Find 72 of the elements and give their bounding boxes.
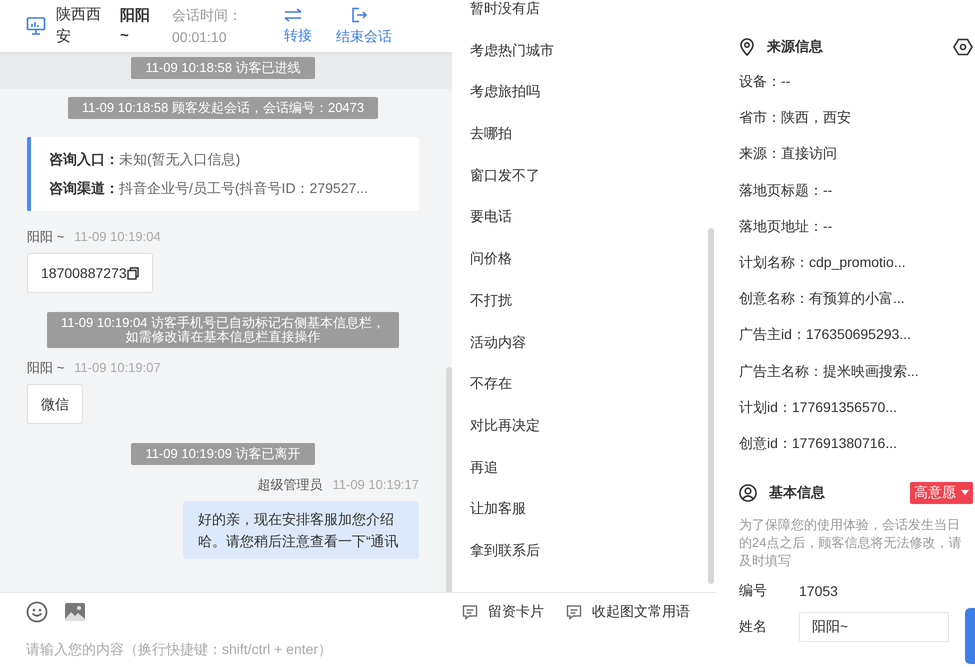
quick-reply-item[interactable]: 窗口发不了 [452,166,716,208]
scrollbar[interactable] [708,228,714,584]
channel-info-line: 咨询入口：未知(暂无入口信息) [49,150,242,169]
message-card-icon [566,604,582,620]
location-pin-icon [739,38,755,56]
info-field: 省市：陕西，西安 [739,108,975,126]
notice-line: 11-09 10:19:04 访客手机号已自动标记右侧基本信息栏， [60,316,386,330]
quick-reply-item[interactable]: 暂时没有店 [452,0,716,42]
hexagon-nut-icon [953,38,973,56]
quick-reply-item[interactable]: 问价格 [452,250,716,292]
quick-reply-item[interactable]: 让加客服 [452,500,716,542]
info-field: 广告主名称：提米映画搜索... [739,362,975,380]
field-label: 姓名 [739,618,768,636]
end-session-button[interactable]: 结束会话 [336,7,392,45]
transfer-button[interactable]: 转接 [284,8,312,44]
section-title: 基本信息 [769,484,825,502]
name-input[interactable]: 阳阳~ [799,612,949,642]
info-field: 广告主id：176350695293... [739,325,975,344]
info-field: 创意id：177691380716... [739,434,975,452]
field-value: 17053 [799,582,838,599]
info-field: 设备：-- [739,72,975,90]
info-field: 落地页标题：-- [739,180,975,199]
notice-line: 如需修改请在基本信息栏直接操作 [124,330,322,344]
sender-name: 阳阳 ~ [27,360,64,376]
info-field: 来源：直接访问 [739,144,975,162]
info-field: 计划名称：cdp_promotio... [739,252,975,271]
message-bubble: 18700887273 [27,253,153,293]
smiley-icon[interactable] [26,601,48,623]
image-icon[interactable] [64,602,86,622]
channel-info-line: 咨询渠道：抖音企业号/员工号(抖音号ID：279527... [49,179,369,198]
quick-reply-item[interactable]: 不打扰 [452,292,716,334]
quick-reply-item[interactable]: 活动内容 [452,334,716,376]
field-label: 编号 [739,582,768,600]
swap-arrows-icon [284,8,302,22]
monitor-icon [26,16,46,36]
sender-name: 超级管理员 [258,477,322,493]
session-time: 00:01:10 [172,28,228,47]
notice-text: 为了保障您的使用体验，会话发生当日的24点之后，顾客信息将无法修改，请及时填写 [739,516,962,570]
quick-reply-item[interactable]: 拿到联系后 [452,542,716,584]
quick-reply-item[interactable]: 再追 [452,458,716,500]
visitor-location: 陕西西安 [56,5,102,47]
info-field: 落地页地址：-- [739,216,975,235]
section-title: 来源信息 [767,38,823,56]
copy-icon[interactable] [126,266,139,280]
quick-reply-item[interactable]: 考虑旅拍吗 [452,83,716,126]
notice-line: 11-09 10:19:09 访客已离开 [145,447,301,461]
sender-name: 阳阳 ~ [27,229,64,245]
message-time: 11-09 10:19:17 [332,477,419,493]
visitor-name: 阳阳~ [120,6,151,46]
notice-line: 11-09 10:18:58 访客已进线 [145,61,301,75]
caret-icon [961,490,969,496]
notice-line: 11-09 10:18:58 顾客发起会话，会话编号：20473 [82,101,364,115]
quick-reply-item[interactable]: 考虑热门城市 [452,42,716,84]
message-card-icon [462,604,478,620]
toolbar-button[interactable]: 留资卡片 [462,603,544,621]
quick-reply-item[interactable]: 对比再决定 [452,416,716,459]
quick-reply-item[interactable]: 要电话 [452,208,716,250]
message-bubble: 微信 [27,384,83,424]
message-bubble: 好的亲，现在安排客服加您介绍哈。请您稍后注意查看一下“通讯 [183,501,419,559]
info-field: 计划id：177691356570... [739,398,975,416]
scrollbar[interactable] [446,367,452,592]
toolbar-button[interactable]: 收起图文常用语 [566,603,690,621]
quick-reply-item[interactable]: 不存在 [452,375,716,417]
session-time-label: 会话时间： [172,6,243,25]
info-field: 创意名称：有预算的小富... [739,289,975,308]
user-circle-icon [739,484,757,502]
floating-side-tab[interactable] [965,608,975,664]
message-time: 11-09 10:19:07 [74,360,161,376]
message-time: 11-09 10:19:04 [74,229,161,245]
intent-tag-dropdown[interactable]: 高意愿 [910,482,973,504]
quick-reply-item[interactable]: 去哪拍 [452,125,716,167]
exit-icon [351,7,367,23]
